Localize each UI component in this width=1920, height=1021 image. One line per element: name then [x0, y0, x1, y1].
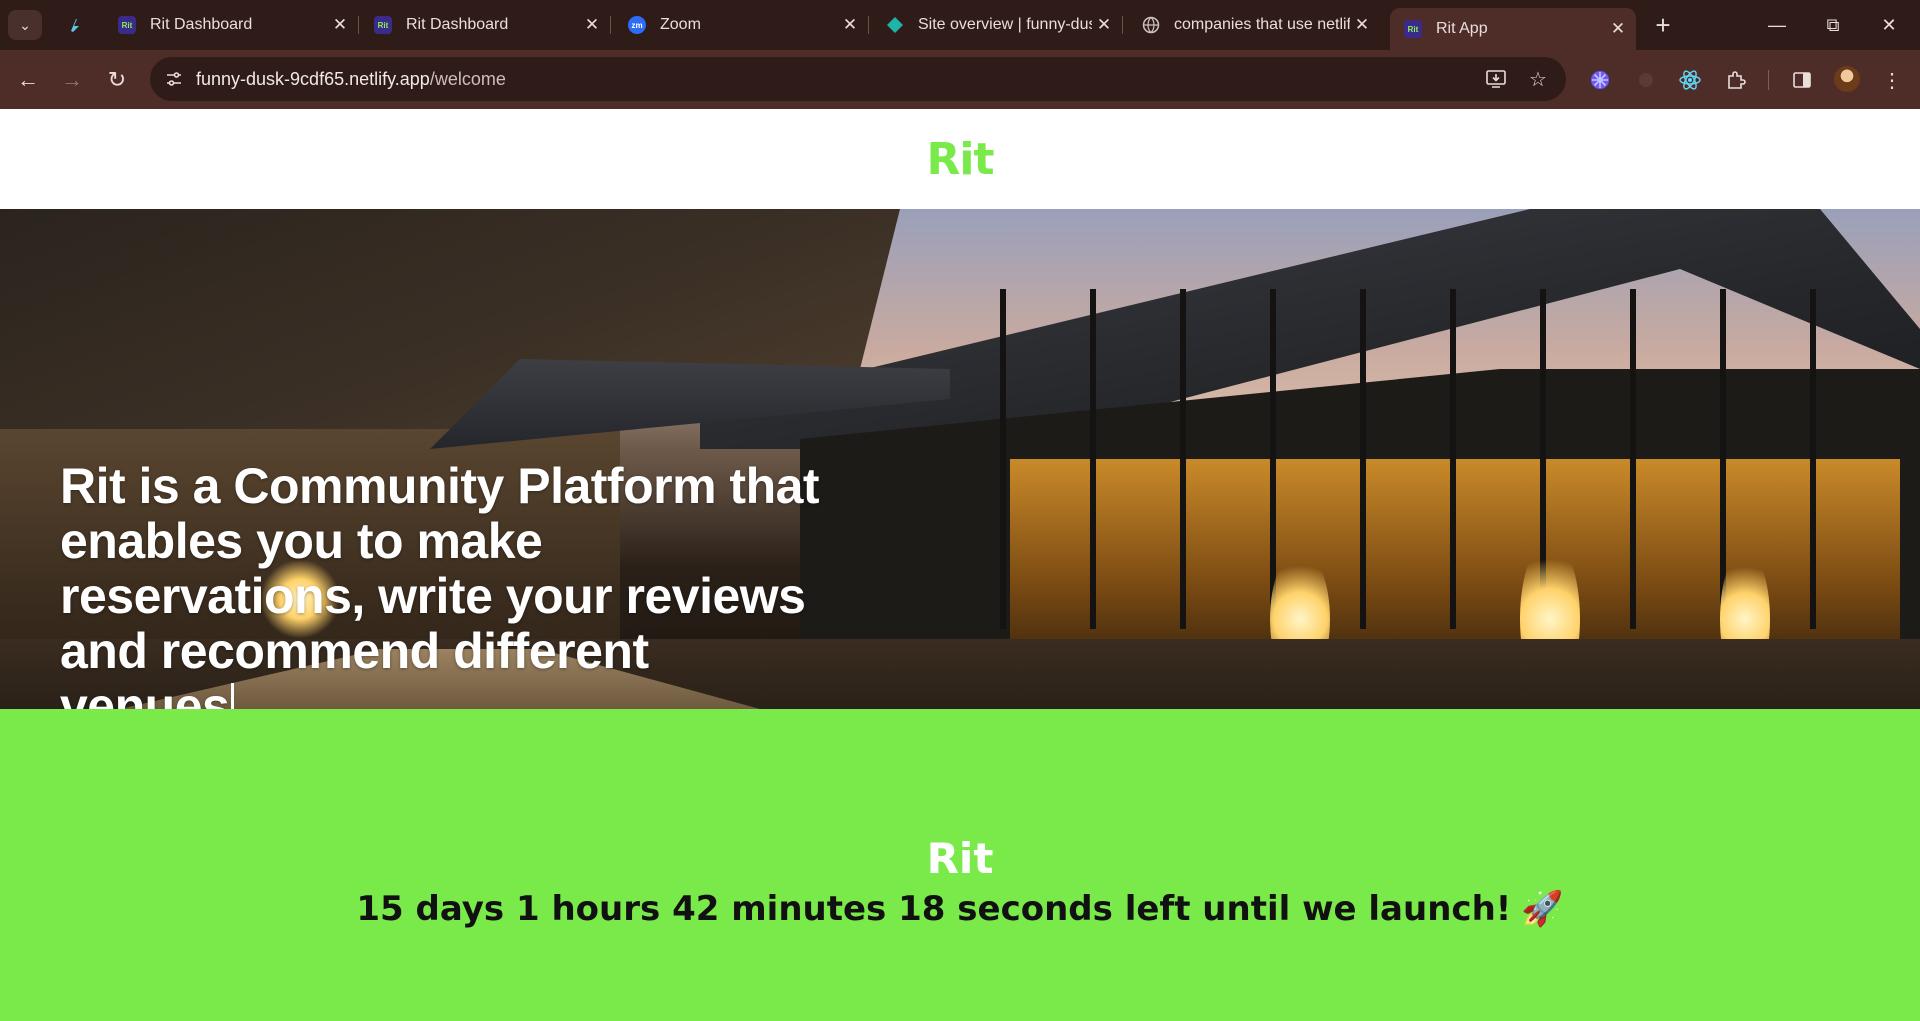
install-app-icon[interactable]	[1482, 65, 1510, 93]
tab-search-button[interactable]: ⌄	[8, 10, 42, 40]
tab-title: Zoom	[660, 16, 701, 33]
close-window-button[interactable]: ✕	[1866, 8, 1912, 42]
tab-rit-dashboard-1[interactable]: Rit Rit Dashboard ✕	[104, 8, 359, 42]
reload-icon: ↻	[107, 67, 127, 92]
plus-icon: +	[1655, 9, 1671, 40]
bookmark-star-icon[interactable]: ☆	[1524, 65, 1552, 93]
tab-rit-dashboard-2[interactable]: Rit Rit Dashboard ✕	[360, 8, 611, 42]
site-header: Rit	[0, 109, 1920, 209]
profile-avatar[interactable]	[1834, 66, 1860, 92]
tab-strip: ⌄ Rit Rit Dashboard ✕ Rit Rit Dashboard …	[0, 0, 1920, 50]
globe-icon	[1142, 16, 1160, 34]
rit-icon: Rit	[1404, 20, 1422, 38]
back-button[interactable]: ←	[10, 62, 46, 98]
side-panel-icon[interactable]	[1788, 66, 1816, 94]
hero-line-3: reservations, write your reviews	[60, 568, 806, 624]
tab-rit-app[interactable]: Rit Rit App ✕	[1390, 8, 1636, 50]
forward-button[interactable]: →	[54, 62, 90, 98]
browser-toolbar: ← → ↻ funny-dusk-9cdf65.netlify.app/welc…	[0, 50, 1920, 109]
close-icon[interactable]: ✕	[1606, 17, 1630, 41]
launch-logo: Rit	[926, 834, 994, 883]
address-bar[interactable]: funny-dusk-9cdf65.netlify.app/welcome ☆	[150, 57, 1566, 101]
rit-icon: Rit	[118, 16, 136, 34]
page-viewport: Rit Rit is a Community Platform that ena…	[0, 109, 1920, 1021]
tab-title: Rit Dashboard	[406, 16, 509, 33]
tab-title: Rit App	[1436, 20, 1488, 37]
rocket-icon: 🚀	[1521, 889, 1564, 929]
close-icon[interactable]: ✕	[580, 13, 604, 37]
arrow-left-icon: ←	[17, 67, 39, 92]
tab-title: Site overview | funny-dusk	[918, 16, 1092, 33]
chevron-down-icon: ⌄	[19, 16, 31, 33]
site-settings-icon[interactable]	[160, 65, 188, 93]
tab-zoom[interactable]: zm Zoom ✕	[614, 8, 869, 42]
tab-companies-netlify[interactable]: companies that use netlify ✕	[1128, 8, 1380, 42]
rit-icon: Rit	[374, 16, 392, 34]
url-text[interactable]: funny-dusk-9cdf65.netlify.app/welcome	[196, 69, 506, 90]
close-icon[interactable]: ✕	[1092, 13, 1116, 37]
close-icon: ✕	[1881, 14, 1897, 35]
extension-puzzle-purple-icon[interactable]	[1586, 66, 1614, 94]
url-path: /welcome	[429, 69, 506, 89]
tab-site-overview[interactable]: Site overview | funny-dusk ✕	[872, 8, 1123, 42]
reload-button[interactable]: ↻	[99, 62, 135, 98]
tab-title: companies that use netlify	[1174, 16, 1350, 33]
netlify-icon	[66, 16, 84, 34]
hero-line-1: Rit is a Community Platform that	[60, 458, 820, 514]
typing-cursor	[231, 683, 235, 709]
hero-section: Rit is a Community Platform that enables…	[0, 209, 1920, 709]
react-devtools-icon[interactable]	[1676, 66, 1704, 94]
url-host: funny-dusk-9cdf65.netlify.app	[196, 69, 430, 89]
hero-tagline: Rit is a Community Platform that enables…	[60, 459, 820, 709]
minimize-icon: —	[1768, 14, 1786, 35]
close-icon[interactable]: ✕	[1350, 13, 1374, 37]
restore-icon: ⧉	[1826, 14, 1840, 35]
close-icon[interactable]: ✕	[838, 13, 862, 37]
countdown-text: 15 days 1 hours 42 minutes 18 seconds le…	[356, 889, 1512, 929]
tab-title: Rit Dashboard	[150, 16, 253, 33]
launch-countdown: 15 days 1 hours 42 minutes 18 seconds le…	[0, 889, 1920, 929]
hero-line-4: and recommend different venues	[60, 623, 649, 710]
tab-netlify-pinned[interactable]	[52, 8, 100, 42]
restore-button[interactable]: ⧉	[1810, 8, 1856, 42]
zoom-icon: zm	[628, 16, 646, 34]
extension-dark-icon[interactable]	[1632, 66, 1660, 94]
new-tab-button[interactable]: +	[1648, 10, 1678, 40]
netlify-diamond-icon	[886, 16, 904, 34]
launch-section: Rit 15 days 1 hours 42 minutes 18 second…	[0, 709, 1920, 1021]
hero-line-2: enables you to make	[60, 513, 543, 569]
minimize-button[interactable]: —	[1754, 8, 1800, 42]
extensions-puzzle-icon[interactable]	[1722, 66, 1750, 94]
arrow-right-icon: →	[61, 67, 83, 92]
site-logo[interactable]: Rit	[927, 134, 995, 185]
close-icon[interactable]: ✕	[328, 13, 352, 37]
more-menu-icon[interactable]: ⋮	[1878, 66, 1906, 94]
